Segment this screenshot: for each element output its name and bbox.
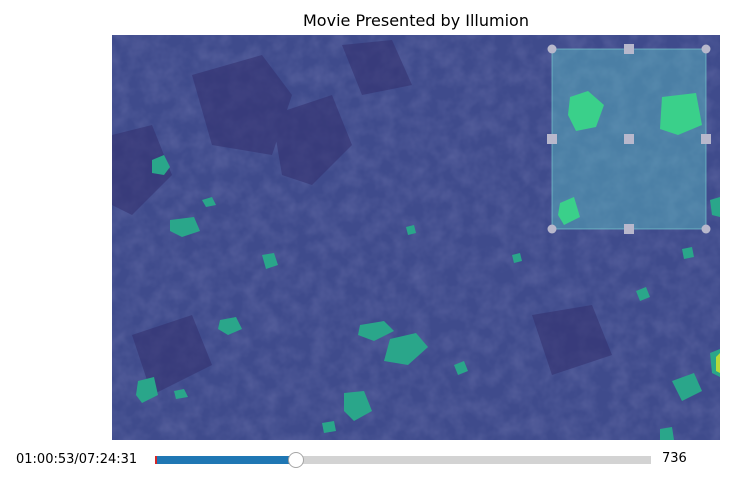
roi-edge-handle[interactable] <box>624 44 634 54</box>
roi-corner-handle[interactable] <box>701 224 711 234</box>
roi-corner-handle[interactable] <box>547 224 557 234</box>
roi-corner-handle[interactable] <box>547 44 557 54</box>
slider-initial-marker <box>155 456 157 464</box>
roi-edge-handle[interactable] <box>624 224 634 234</box>
movie-frame-viewer[interactable] <box>112 35 720 440</box>
figure-title: Movie Presented by Illumion <box>303 11 529 30</box>
roi-center-handle[interactable] <box>624 134 634 144</box>
slider-frame-value: 736 <box>662 451 687 466</box>
movie-frame-image <box>112 35 720 440</box>
slider-time-label: 01:00:53/07:24:31 <box>16 452 138 467</box>
roi-corner-handle[interactable] <box>701 44 711 54</box>
slider-handle[interactable] <box>288 452 304 468</box>
roi-edge-handle[interactable] <box>701 134 711 144</box>
roi-edge-handle[interactable] <box>547 134 557 144</box>
frame-slider[interactable] <box>155 452 651 468</box>
slider-fill <box>155 456 296 464</box>
roi-selection[interactable] <box>547 44 711 234</box>
